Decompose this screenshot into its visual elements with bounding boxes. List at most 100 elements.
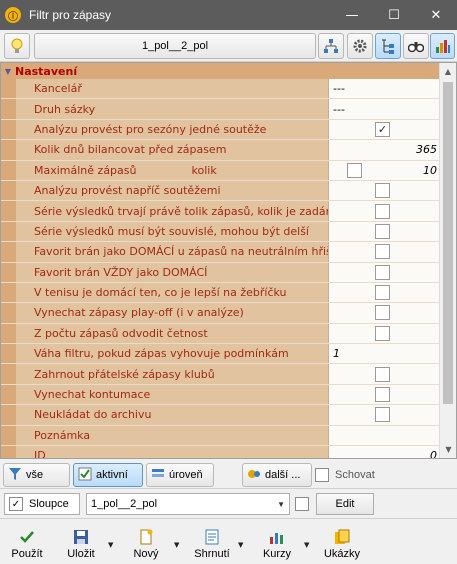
hide-toggle[interactable]: Schovat — [315, 464, 375, 486]
property-checkbox[interactable] — [375, 203, 390, 219]
property-value[interactable] — [329, 262, 439, 282]
use-button[interactable]: Použít — [6, 523, 48, 563]
property-row[interactable]: Kolik dnů bilancovat před zápasem 365 — [1, 140, 439, 161]
property-row[interactable]: Favorit brán VŽDY jako DOMÁCÍ — [1, 262, 439, 283]
property-row[interactable]: V tenisu je domácí ten, co je lepší na ž… — [1, 282, 439, 304]
property-checkbox[interactable] — [375, 407, 390, 423]
property-value[interactable] — [329, 303, 439, 323]
property-label: Favorit brán VŽDY jako DOMÁCÍ — [34, 265, 208, 279]
property-value[interactable]: 10 — [329, 160, 439, 180]
rates-dropdown-icon[interactable]: ▼ — [304, 541, 309, 549]
more-icon — [247, 467, 261, 484]
property-value[interactable]: 365 — [329, 140, 439, 160]
edit-button[interactable]: Edit — [316, 493, 374, 515]
all-button[interactable]: vše — [3, 463, 70, 487]
property-value[interactable] — [329, 364, 439, 384]
save-dropdown-icon[interactable]: ▼ — [108, 541, 113, 549]
property-row[interactable]: Zahrnout přátelské zápasy klubů — [1, 364, 439, 385]
property-checkbox[interactable] — [347, 162, 362, 178]
binoculars-button[interactable] — [403, 33, 429, 59]
property-row[interactable]: Poznámka — [1, 425, 439, 447]
property-row[interactable]: Série výsledků trvají právě tolik zápasů… — [1, 201, 439, 222]
bar-chart-button[interactable] — [430, 33, 455, 59]
lightbulb-button[interactable] — [4, 33, 30, 59]
tree-view-icon — [382, 39, 394, 54]
property-row[interactable]: Maximálně zápasů kolik 10 — [1, 160, 439, 181]
property-name: ID — [16, 446, 329, 458]
property-row[interactable]: Váha filtru, pokud zápas vyhovuje podmín… — [1, 344, 439, 365]
property-row[interactable]: ID 0 — [1, 446, 439, 458]
all-label: vše — [26, 469, 44, 481]
property-row[interactable]: Analýzu provést pro sezóny jedné soutěže… — [1, 119, 439, 141]
columns-combo[interactable]: 1_pol__2_pol ▼ — [86, 493, 290, 515]
tree-view-button[interactable] — [375, 33, 401, 59]
more-button[interactable]: další ... — [242, 463, 312, 487]
property-value[interactable] — [329, 201, 439, 221]
new-button[interactable]: Nový — [126, 523, 166, 563]
level-button[interactable]: úroveň — [146, 463, 214, 487]
property-value[interactable] — [329, 384, 439, 405]
property-value[interactable] — [329, 221, 439, 242]
samples-button[interactable]: Ukázky — [320, 523, 364, 563]
grid-scrollbar[interactable]: ▲ ▼ — [439, 63, 456, 458]
columns-toggle[interactable]: ✓ Sloupce — [4, 493, 80, 515]
property-value[interactable] — [329, 242, 439, 262]
property-checkbox[interactable] — [375, 387, 390, 403]
property-row[interactable]: Neukládat do archivu — [1, 405, 439, 426]
maximize-button[interactable]: ☐ — [373, 0, 415, 30]
property-label: Vynechat kontumace — [34, 388, 151, 402]
property-row[interactable]: Vynechat kontumace — [1, 384, 439, 406]
property-value[interactable] — [329, 180, 439, 201]
hide-checkbox[interactable] — [315, 468, 329, 482]
property-label: Váha filtru, pokud zápas vyhovuje podmín… — [34, 347, 289, 361]
property-checkbox[interactable] — [375, 223, 390, 239]
property-value[interactable]: --- — [329, 99, 439, 119]
active-button[interactable]: aktivní — [73, 463, 143, 487]
app-icon: ⓘ — [5, 7, 21, 23]
property-row[interactable]: Série výsledků musí být souvislé, mohou … — [1, 221, 439, 243]
property-checkbox[interactable] — [375, 325, 390, 341]
minimize-button[interactable]: — — [331, 0, 373, 30]
property-checkbox[interactable] — [375, 183, 390, 199]
scroll-down-icon[interactable]: ▼ — [440, 441, 456, 458]
property-row[interactable]: Favorit brán jako DOMÁCÍ u zápasů na neu… — [1, 242, 439, 263]
property-row[interactable]: Z počtu zápasů odvodit četnost — [1, 323, 439, 345]
property-row[interactable]: Kancelář --- — [1, 79, 439, 100]
property-label: Kancelář — [34, 82, 82, 96]
settings-button[interactable] — [347, 33, 373, 59]
property-checkbox[interactable]: ✓ — [375, 121, 390, 137]
property-value[interactable]: ✓ — [329, 119, 439, 140]
property-value[interactable]: 0 — [329, 446, 439, 458]
property-value[interactable] — [329, 323, 439, 344]
scroll-thumb[interactable] — [443, 82, 453, 404]
save-button[interactable]: Uložit — [60, 523, 102, 563]
hierarchy-button[interactable] — [318, 33, 344, 59]
summary-button[interactable]: Shrnutí — [190, 523, 234, 563]
property-value[interactable] — [329, 425, 439, 446]
property-row[interactable]: Druh sázky --- — [1, 99, 439, 120]
scroll-up-icon[interactable]: ▲ — [440, 63, 456, 80]
property-checkbox[interactable] — [375, 264, 390, 280]
columns-extra-checkbox[interactable] — [295, 497, 309, 511]
rates-button[interactable]: Kurzy — [258, 523, 296, 563]
property-checkbox[interactable] — [375, 366, 390, 382]
new-label: Nový — [133, 548, 159, 560]
chevron-down-icon[interactable]: ▼ — [277, 500, 285, 509]
property-value[interactable]: --- — [329, 79, 439, 99]
row-gutter — [1, 282, 16, 303]
summary-dropdown-icon[interactable]: ▼ — [238, 541, 243, 549]
property-value[interactable] — [329, 405, 439, 425]
property-checkbox[interactable] — [375, 244, 390, 260]
collapse-icon[interactable]: ▼ — [1, 67, 15, 76]
category-header[interactable]: ▼ Nastavení — [1, 63, 439, 79]
property-row[interactable]: Vynechat zápasy play-off (i v analýze) — [1, 303, 439, 324]
property-row[interactable]: Analýzu provést napříč soutěžemi — [1, 180, 439, 202]
property-value[interactable] — [329, 282, 439, 303]
close-button[interactable]: ✕ — [415, 0, 457, 30]
property-value[interactable]: 1 — [329, 344, 439, 364]
new-dropdown-icon[interactable]: ▼ — [174, 541, 179, 549]
filter-name-field[interactable]: 1_pol__2_pol — [34, 33, 316, 59]
property-checkbox[interactable] — [375, 305, 390, 321]
columns-checkbox[interactable]: ✓ — [9, 497, 23, 511]
property-checkbox[interactable] — [375, 285, 390, 301]
